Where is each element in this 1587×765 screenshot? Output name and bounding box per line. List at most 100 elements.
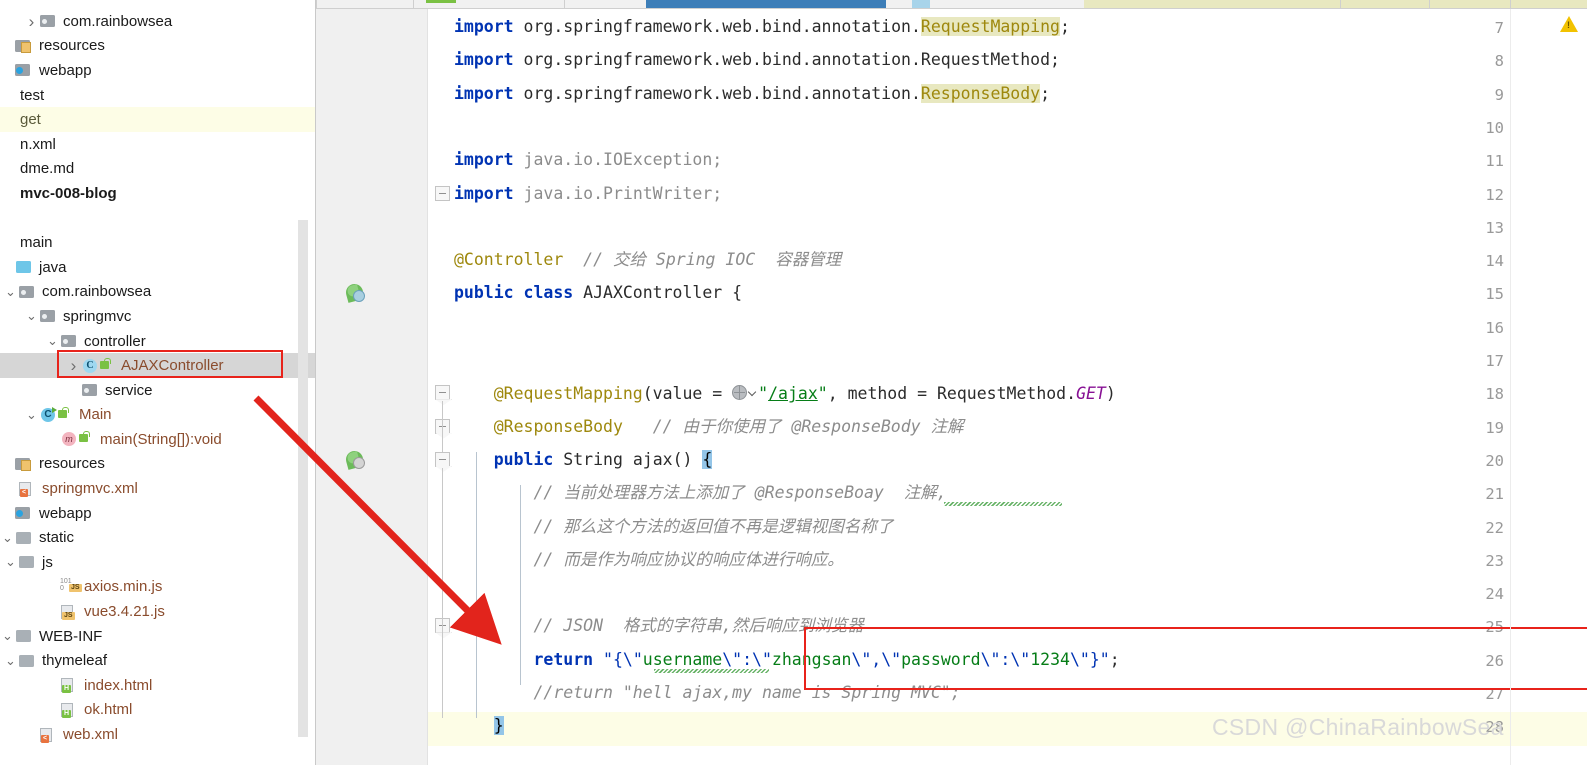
chevron-down-icon[interactable]: ⌄ <box>0 629 15 642</box>
chevron-right-icon[interactable]: › <box>66 357 81 374</box>
code-token: java.io.PrintWriter; <box>523 183 723 203</box>
spellcheck-squiggle <box>654 668 769 673</box>
spring-endpoint-icon[interactable] <box>344 448 365 470</box>
tree-item-vue3-4-21-js[interactable]: JS vue3.4.21.js <box>0 599 316 624</box>
tree-item-main[interactable]: main <box>0 230 316 255</box>
sidebar-scrollbar[interactable] <box>298 220 308 737</box>
tree-item-service[interactable]: service <box>0 378 316 403</box>
code-editor[interactable]: 7 import org.springframework.web.bind.ann… <box>316 9 1587 765</box>
code-fold-toggle[interactable] <box>435 451 450 467</box>
code-token: org.springframework.web.bind.annotation. <box>523 17 921 36</box>
project-tool-window[interactable]: › com.rainbowsea resources webapp test get n.x… <box>0 0 316 765</box>
tree-item-main-string-void[interactable]: m main(String[]):void <box>0 427 316 452</box>
code-token: //return "hell ajax,my name is Spring MV… <box>454 683 961 702</box>
code-token: zhangsan <box>771 649 852 669</box>
code-token: // JSON 格式的字符串,然后响应到浏览器 <box>454 616 864 636</box>
code-line[interactable]: import org.springframework.web.bind.anno… <box>454 52 1060 69</box>
tree-item-dme-md[interactable]: dme.md <box>0 157 316 182</box>
code-token: \"}" <box>1069 649 1110 669</box>
tree-item-test[interactable]: test <box>0 83 316 108</box>
tree-item-blank[interactable] <box>0 206 316 231</box>
tree-item-n-xml[interactable]: n.xml <box>0 132 316 157</box>
tree-item-com-rainbowsea[interactable]: › com.rainbowsea <box>0 9 316 34</box>
line-number: 22 <box>1485 518 1504 537</box>
code-line[interactable]: @RequestMapping(value = "/ajax", method … <box>454 385 1116 403</box>
folder-icon <box>15 628 34 644</box>
code-line[interactable]: // 而是作为响应协议的响应体进行响应。 <box>454 551 843 569</box>
project-tree[interactable]: › com.rainbowsea resources webapp test get n.x… <box>0 9 316 747</box>
line-number: 16 <box>1485 318 1504 337</box>
tree-item-label: js <box>42 553 53 571</box>
java-class-icon: C <box>81 358 100 374</box>
code-line[interactable]: // JSON 格式的字符串,然后响应到浏览器 <box>454 616 864 636</box>
tree-item-thymeleaf[interactable]: ⌄ thymeleaf <box>0 648 316 673</box>
tree-item-java[interactable]: java <box>0 255 316 280</box>
code-line[interactable]: import java.io.PrintWriter; <box>454 183 723 203</box>
code-token: \",\" <box>851 649 902 669</box>
code-line[interactable]: return "{\"username\":\"zhangsan\",\"pas… <box>454 649 1119 669</box>
code-token: RequestMapping <box>920 17 1060 36</box>
tree-item-com-rainbowsea[interactable]: ⌄ com.rainbowsea <box>0 280 316 305</box>
code-fold-toggle[interactable] <box>435 185 450 201</box>
code-token: org.springframework.web.bind.annotation.… <box>523 50 1060 70</box>
tree-item-webapp[interactable]: webapp <box>0 501 316 526</box>
tree-item-label: com.rainbowsea <box>63 12 173 30</box>
code-line[interactable]: import org.springframework.web.bind.anno… <box>454 17 1070 36</box>
tree-item-label: dme.md <box>20 160 75 178</box>
tree-item-static[interactable]: ⌄ static <box>0 525 316 550</box>
tree-item-ajaxcontroller[interactable]: › C AJAXController <box>0 353 316 378</box>
chevron-down-icon[interactable]: ⌄ <box>45 334 60 347</box>
line-number: 19 <box>1485 418 1504 437</box>
code-line[interactable]: @ResponseBody // 由于你使用了 @ResponseBody 注解 <box>454 418 964 436</box>
lock-icon <box>58 406 74 422</box>
webapp-folder-icon <box>15 62 34 78</box>
code-line[interactable]: public class AJAXController { <box>454 285 742 302</box>
code-line[interactable]: @Controller // 交给 Spring IOC 容器管理 <box>454 251 841 269</box>
chevron-down-icon[interactable]: ⌄ <box>3 654 18 667</box>
code-token: " <box>758 384 769 404</box>
tree-item-label: AJAXController <box>121 357 224 375</box>
code-line[interactable]: public String ajax() { <box>454 449 713 469</box>
tree-item-springmvc[interactable]: ⌄ springmvc <box>0 304 316 329</box>
tree-item-springmvc-xml[interactable]: < springmvc.xml <box>0 476 316 501</box>
chevron-down-icon[interactable]: ⌄ <box>3 555 18 568</box>
url-mapping-globe-icon[interactable] <box>732 385 758 401</box>
warning-triangle-icon[interactable] <box>1560 16 1578 32</box>
editor-right-edge <box>1510 9 1511 765</box>
tree-item-resources[interactable]: resources <box>0 34 316 59</box>
chevron-down-icon[interactable]: ⌄ <box>24 408 39 421</box>
tree-item-js[interactable]: ⌄ js <box>0 550 316 575</box>
tree-item-get[interactable]: get <box>0 107 316 132</box>
code-token: "{\" <box>603 649 643 669</box>
tree-item-resources[interactable]: resources <box>0 452 316 477</box>
code-token: , method = RequestMethod. <box>827 384 1077 404</box>
code-line[interactable]: //return "hell ajax,my name is Spring MV… <box>454 683 961 702</box>
code-line[interactable]: import org.springframework.web.bind.anno… <box>454 83 1050 103</box>
tree-item-web-inf[interactable]: ⌄ WEB-INF <box>0 624 316 649</box>
tree-item-label: mvc-008-blog <box>20 184 117 202</box>
folder-icon <box>39 13 58 29</box>
spring-bean-icon[interactable] <box>344 282 365 304</box>
tree-item-label: web.xml <box>63 726 119 744</box>
tree-item-index-html[interactable]: Hindex.html <box>0 673 316 698</box>
code-line[interactable]: } <box>454 716 504 736</box>
line-number: 11 <box>1485 152 1504 171</box>
code-fold-toggle[interactable] <box>435 385 450 401</box>
chevron-right-icon[interactable]: › <box>24 13 39 30</box>
chevron-down-icon[interactable]: ⌄ <box>24 309 39 322</box>
tree-item-web-xml[interactable]: < web.xml <box>0 722 316 747</box>
chevron-down-icon[interactable] <box>747 388 757 397</box>
editor-gutter[interactable] <box>316 9 428 765</box>
tree-item-main[interactable]: ⌄ C Main <box>0 403 316 428</box>
tree-item-controller[interactable]: ⌄ controller <box>0 329 316 354</box>
line-number: 10 <box>1485 118 1504 137</box>
tree-item-axios-min-js[interactable]: 101 0 JS axios.min.js <box>0 575 316 600</box>
tree-item-webapp[interactable]: webapp <box>0 58 316 83</box>
chevron-down-icon[interactable]: ⌄ <box>0 531 15 544</box>
tree-item-mvc-008-blog[interactable]: mvc-008-blog <box>0 181 316 206</box>
tree-item-label: ok.html <box>84 701 133 719</box>
code-line[interactable]: // 当前处理器方法上添加了 @ResponseBoay 注解, <box>454 484 946 502</box>
chevron-down-icon[interactable]: ⌄ <box>3 285 18 298</box>
code-line[interactable]: import java.io.IOException; <box>454 151 722 169</box>
tree-item-ok-html[interactable]: Hok.html <box>0 698 316 723</box>
